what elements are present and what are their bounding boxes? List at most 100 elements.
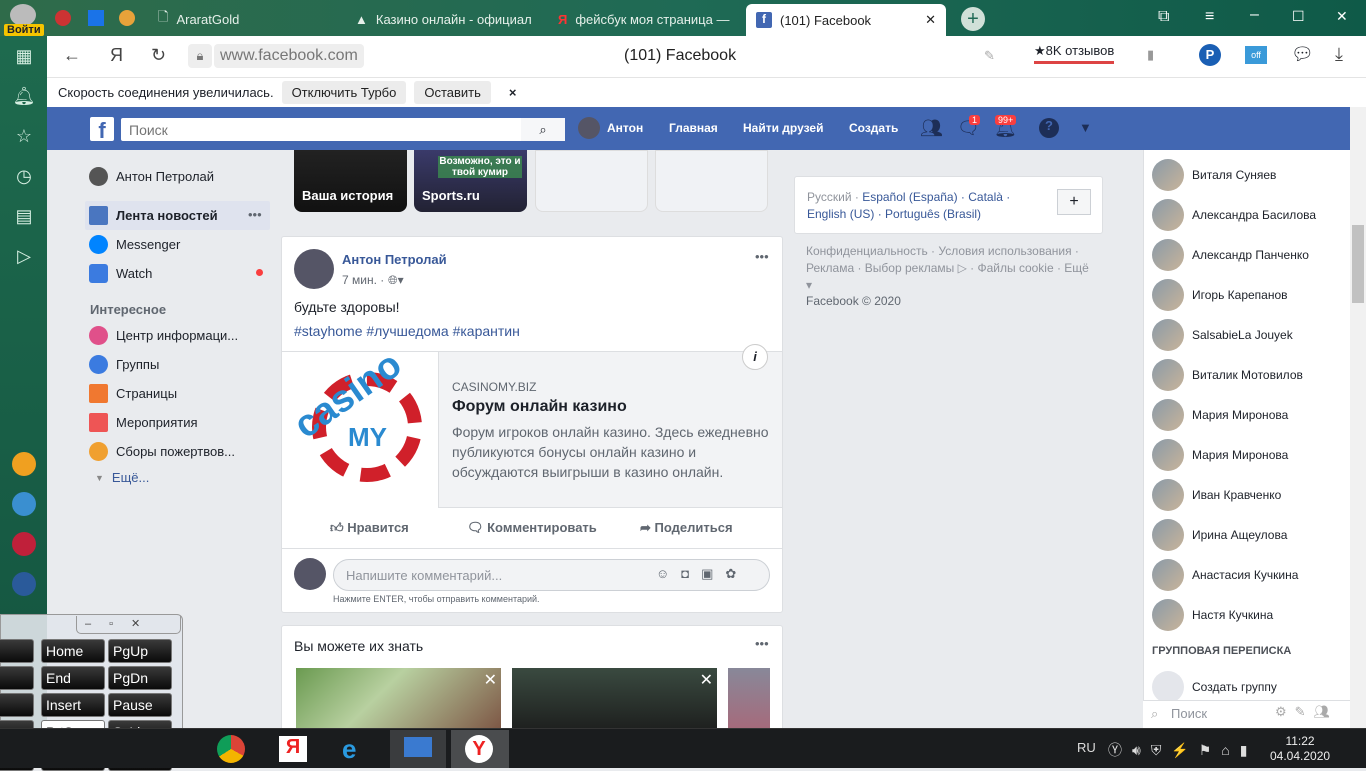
internet-explorer-icon[interactable]: e <box>342 734 356 765</box>
nav-more[interactable]: ▼ Ещё... <box>95 470 149 485</box>
contact-item[interactable]: Настя Кучкина <box>1152 599 1273 631</box>
story-card[interactable]: Ваша история <box>294 150 407 212</box>
clock[interactable]: 11:22 04.04.2020 <box>1270 734 1330 764</box>
key-pause[interactable]: Pause <box>108 693 172 717</box>
chevron-down-icon[interactable]: ▼ <box>1079 120 1092 135</box>
yandex-icon[interactable]: Я <box>279 736 307 762</box>
download-icon[interactable]: ⤓ <box>1335 44 1343 65</box>
play-icon[interactable]: ▷ <box>12 246 36 270</box>
yandex-browser-task[interactable]: Y <box>451 730 509 768</box>
chat-extension-icon[interactable]: 💬︎ <box>1291 44 1314 65</box>
scrollbar[interactable] <box>1350 107 1366 728</box>
app-icon[interactable] <box>12 572 36 596</box>
key-home[interactable]: Home <box>41 639 105 663</box>
bell-icon[interactable]: 🔔︎ <box>12 86 36 110</box>
search-input[interactable] <box>121 118 521 141</box>
nav-fundraisers[interactable]: Сборы пожертвов... <box>89 442 235 461</box>
info-icon[interactable]: i <box>742 344 768 370</box>
nav-profile[interactable]: Антон <box>607 121 643 135</box>
footer-links[interactable]: Конфиденциальность · Условия использован… <box>806 243 1096 294</box>
post-author[interactable]: Антон Петролай <box>342 252 447 267</box>
eye-app-icon[interactable] <box>12 452 36 476</box>
tab-facebook[interactable]: f (101) Facebook ✕ <box>746 4 946 36</box>
emoji-camera-gif-sticker-icons[interactable]: ☺◘▣✿ <box>656 566 748 582</box>
language-indicator[interactable]: RU <box>1077 740 1096 755</box>
contact-item[interactable]: Мария Миронова <box>1152 399 1288 431</box>
search-button[interactable]: ⌕ <box>521 118 565 141</box>
scrollbar-thumb[interactable] <box>1352 225 1364 303</box>
nav-pages[interactable]: Страницы <box>89 384 177 403</box>
key-insert[interactable]: Insert <box>41 693 105 717</box>
nav-events[interactable]: Мероприятия <box>89 413 198 432</box>
nav-messenger[interactable]: Messenger <box>89 235 180 254</box>
tab-yandex-search[interactable]: Яфейсбук моя страница — <box>548 6 743 32</box>
key-pgdn[interactable]: PgDn <box>108 666 172 690</box>
contact-item[interactable]: Виталик Мотовилов <box>1152 359 1303 391</box>
contact-item[interactable]: Анастасия Кучкина <box>1152 559 1298 591</box>
dismiss-icon[interactable]: ✕ <box>484 670 497 690</box>
contact-item[interactable]: Игорь Карепанов <box>1152 279 1288 311</box>
pinned-mail-icon[interactable] <box>88 10 104 26</box>
nav-watch[interactable]: Watch <box>89 264 152 283</box>
keep-button[interactable]: Оставить <box>414 81 491 104</box>
pinned-tab-icon[interactable] <box>55 10 71 26</box>
post-time[interactable]: 7 мин. · <box>342 273 384 287</box>
contact-item[interactable]: Виталя Суняев <box>1152 159 1276 191</box>
yandex-home-icon[interactable]: Я <box>110 45 123 66</box>
chat-search-bar[interactable]: ⌕ Поиск ⚙✎👥︎ <box>1143 700 1350 728</box>
disable-turbo-button[interactable]: Отключить Турбо <box>281 81 407 104</box>
post-hashtags[interactable]: #stayhome #лучшедома #карантин <box>294 323 520 339</box>
create-group-button[interactable]: Создать группу <box>1152 671 1277 703</box>
contact-item[interactable]: SalsabieLa Jouyek <box>1152 319 1293 351</box>
add-language-button[interactable]: + <box>1057 189 1091 215</box>
close-tab-icon[interactable]: ✕ <box>925 12 936 28</box>
minimize-icon[interactable]: – <box>1250 6 1259 24</box>
story-card[interactable]: Возможно, это и твой кумир Sports.ru <box>414 150 527 212</box>
extension-icon[interactable]: P <box>1199 44 1221 66</box>
back-icon[interactable]: ← <box>63 45 81 66</box>
nav-home[interactable]: Главная <box>669 121 718 135</box>
nav-find-friends[interactable]: Найти друзей <box>743 121 823 135</box>
chrome-icon[interactable] <box>217 735 245 763</box>
globe-icon[interactable]: 🌐︎▾ <box>388 273 404 288</box>
link-preview[interactable]: casino MY i CASINOMY.BIZ Форум онлайн ка… <box>282 343 782 508</box>
onscreen-keyboard-task[interactable] <box>390 730 446 768</box>
dismiss-icon[interactable]: ✕ <box>700 670 713 690</box>
contact-item[interactable]: Ирина Ащеулова <box>1152 519 1287 551</box>
pinned-tab-icon[interactable] <box>119 10 135 26</box>
facebook-logo[interactable]: f <box>90 117 114 143</box>
star-icon[interactable]: ☆ <box>12 126 36 150</box>
tab-araratgold[interactable]: 🗋 AraratGold <box>148 6 338 32</box>
comment-button[interactable]: 🗨︎ Комментировать <box>467 520 597 536</box>
bookmark-icon[interactable]: ▮ <box>1147 47 1154 63</box>
avatar[interactable] <box>294 249 334 289</box>
apps-grid-icon[interactable]: ▦ <box>12 46 36 70</box>
nav-info-center[interactable]: Центр информаци... <box>89 326 238 345</box>
lock-icon[interactable]: 🔒︎ <box>188 44 212 68</box>
key-del[interactable]: Del <box>0 666 34 690</box>
chat-settings-icons[interactable]: ⚙✎👥︎ <box>1275 704 1338 720</box>
close-window-icon[interactable]: ✕ <box>1336 8 1348 25</box>
app-icon[interactable] <box>12 532 36 556</box>
reload-icon[interactable]: ↻ <box>151 45 166 66</box>
contact-item[interactable]: Александра Басилова <box>1152 199 1316 231</box>
comment-input[interactable]: Напишите комментарий... ☺◘▣✿ <box>333 559 770 591</box>
more-icon[interactable]: ••• <box>755 636 769 651</box>
contact-item[interactable]: Иван Кравченко <box>1152 479 1281 511</box>
reviews-button[interactable]: ★8K отзывов <box>1034 43 1115 64</box>
key-blank[interactable] <box>0 693 34 717</box>
key-end[interactable]: End <box>41 666 105 690</box>
key-o[interactable]: o <box>0 639 34 663</box>
contact-item[interactable]: Мария Миронова <box>1152 439 1288 471</box>
pin-icon[interactable]: ✎ <box>984 48 995 64</box>
more-icon[interactable]: ••• <box>248 207 262 222</box>
maximize-icon[interactable]: ☐ <box>1292 8 1305 25</box>
url-field[interactable]: www.facebook.com <box>214 44 364 68</box>
collections-icon[interactable]: ⧉ <box>1158 8 1169 26</box>
login-button[interactable]: Войти <box>4 24 44 36</box>
post-options-icon[interactable]: ••• <box>755 249 769 264</box>
new-tab-button[interactable]: + <box>961 7 985 31</box>
key-pgup[interactable]: PgUp <box>108 639 172 663</box>
app-icon[interactable] <box>12 492 36 516</box>
menu-icon[interactable]: ≡ <box>1205 8 1214 26</box>
